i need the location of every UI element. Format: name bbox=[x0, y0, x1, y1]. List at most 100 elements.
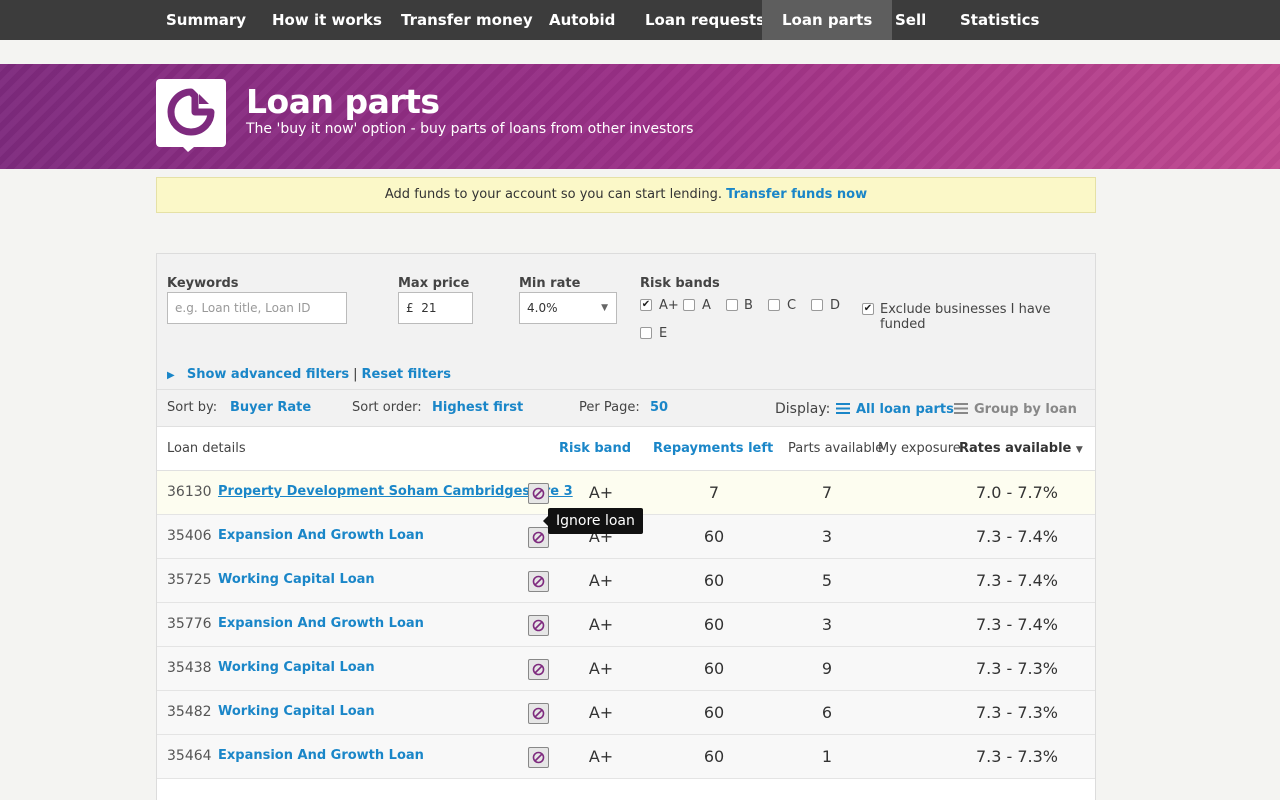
risk-band: A+ bbox=[588, 571, 614, 590]
min-rate-value: 4.0% bbox=[527, 301, 558, 315]
header-loan-details: Loan details bbox=[167, 441, 246, 456]
repayments-left: 60 bbox=[703, 527, 725, 546]
risk-band-checkbox-b[interactable] bbox=[726, 299, 738, 311]
display-label: Display: bbox=[775, 401, 831, 417]
header-repayments-left[interactable]: Repayments left bbox=[653, 441, 773, 456]
display-all-loan-parts[interactable]: All loan parts bbox=[836, 402, 954, 417]
rates-available: 7.0 - 7.7% bbox=[975, 483, 1058, 502]
risk-band-checkbox-a-plus[interactable]: ✔ bbox=[640, 299, 652, 311]
filters-area: Keywords e.g. Loan title, Loan ID Max pr… bbox=[157, 254, 1095, 389]
risk-band-label-a-plus: A+ bbox=[659, 298, 679, 313]
show-advanced-filters-link[interactable]: Show advanced filters bbox=[187, 367, 349, 382]
sort-order-select[interactable]: Highest first bbox=[432, 400, 523, 415]
sort-by-select[interactable]: Buyer Rate bbox=[230, 400, 311, 415]
loan-id: 36130 bbox=[167, 484, 212, 500]
sort-bar: Sort by: Buyer Rate Sort order: Highest … bbox=[157, 389, 1095, 427]
per-page-select[interactable]: 50 bbox=[650, 400, 668, 415]
repayments-left: 60 bbox=[703, 703, 725, 722]
loan-parts-logo-icon bbox=[156, 79, 226, 147]
loan-title-link[interactable]: Property Development Soham Cambridgeshir… bbox=[218, 484, 573, 499]
table-row: 35776 Expansion And Growth Loan A+ 60 3 … bbox=[157, 603, 1095, 647]
table-header: Loan details Risk band Repayments left P… bbox=[157, 427, 1095, 471]
rates-available: 7.3 - 7.3% bbox=[975, 703, 1058, 722]
nav-summary[interactable]: Summary bbox=[146, 0, 266, 40]
transfer-funds-link[interactable]: Transfer funds now bbox=[726, 187, 867, 202]
table-row: 35482 Working Capital Loan A+ 60 6 7.3 -… bbox=[157, 691, 1095, 735]
header-risk-band[interactable]: Risk band bbox=[559, 441, 631, 456]
table-row: 35438 Working Capital Loan A+ 60 9 7.3 -… bbox=[157, 647, 1095, 691]
logo-speech-tail bbox=[178, 142, 200, 152]
risk-band-label-a: A bbox=[702, 298, 711, 313]
loan-title-link[interactable]: Expansion And Growth Loan bbox=[218, 616, 424, 631]
risk-band: A+ bbox=[588, 659, 614, 678]
reset-filters-link[interactable]: Reset filters bbox=[362, 367, 451, 382]
loan-title-link[interactable]: Expansion And Growth Loan bbox=[218, 748, 424, 763]
nav-loan-parts[interactable]: Loan parts bbox=[762, 0, 893, 40]
risk-bands-label: Risk bands bbox=[640, 276, 720, 291]
nav-how-it-works[interactable]: How it works bbox=[252, 0, 402, 40]
min-rate-select[interactable]: 4.0% ▼ bbox=[519, 292, 617, 324]
top-navigation: Summary How it works Transfer money Auto… bbox=[0, 0, 1280, 40]
rates-available: 7.3 - 7.4% bbox=[975, 615, 1058, 634]
nav-transfer-money[interactable]: Transfer money bbox=[381, 0, 553, 40]
max-price-label: Max price bbox=[398, 276, 470, 291]
exclude-funded-checkbox[interactable]: ✔ bbox=[862, 303, 874, 315]
ignore-loan-tooltip: Ignore loan bbox=[543, 508, 643, 534]
nav-statistics[interactable]: Statistics bbox=[940, 0, 1059, 40]
parts-available: 3 bbox=[821, 527, 833, 546]
chevron-down-icon: ▼ bbox=[601, 303, 608, 313]
risk-band: A+ bbox=[588, 483, 614, 502]
risk-band-checkbox-e[interactable] bbox=[640, 327, 652, 339]
expand-triangle-icon: ▶ bbox=[167, 370, 175, 381]
ignore-loan-button[interactable] bbox=[528, 571, 549, 592]
risk-band-checkbox-c[interactable] bbox=[768, 299, 780, 311]
risk-band: A+ bbox=[588, 747, 614, 766]
list-icon bbox=[954, 403, 968, 414]
risk-band-label-b: B bbox=[744, 298, 753, 313]
table-row: 35464 Expansion And Growth Loan A+ 60 1 … bbox=[157, 735, 1095, 779]
ignore-loan-button[interactable] bbox=[528, 615, 549, 636]
rates-available: 7.3 - 7.4% bbox=[975, 571, 1058, 590]
nav-sell[interactable]: Sell bbox=[875, 0, 946, 40]
page-header-banner: Loan parts The 'buy it now' option - buy… bbox=[0, 64, 1280, 169]
list-icon bbox=[836, 403, 850, 414]
sort-desc-icon: ▼ bbox=[1075, 445, 1083, 455]
keywords-input[interactable]: e.g. Loan title, Loan ID bbox=[167, 292, 347, 324]
sort-by-label: Sort by: bbox=[167, 400, 218, 415]
ban-icon bbox=[532, 487, 545, 500]
ban-icon bbox=[532, 575, 545, 588]
ignore-loan-button[interactable] bbox=[528, 747, 549, 768]
display-group-by-loan[interactable]: Group by loan bbox=[954, 402, 1077, 417]
loan-title-link[interactable]: Working Capital Loan bbox=[218, 660, 375, 675]
keywords-label: Keywords bbox=[167, 276, 239, 291]
filter-links: ▶ Show advanced filters | Reset filters bbox=[167, 367, 451, 382]
loan-id: 35438 bbox=[167, 660, 212, 676]
ban-icon bbox=[532, 663, 545, 676]
per-page-label: Per Page: bbox=[579, 400, 640, 415]
loan-title-link[interactable]: Working Capital Loan bbox=[218, 704, 375, 719]
loan-title-link[interactable]: Expansion And Growth Loan bbox=[218, 528, 424, 543]
loan-id: 35725 bbox=[167, 572, 212, 588]
risk-band-checkbox-d[interactable] bbox=[811, 299, 823, 311]
risk-band-checkbox-a[interactable] bbox=[683, 299, 695, 311]
max-price-input[interactable]: £ 21 bbox=[398, 292, 473, 324]
risk-band-label-d: D bbox=[830, 298, 841, 313]
parts-available: 6 bbox=[821, 703, 833, 722]
ignore-loan-button[interactable] bbox=[528, 483, 549, 504]
repayments-left: 60 bbox=[703, 659, 725, 678]
nav-autobid[interactable]: Autobid bbox=[529, 0, 635, 40]
ignore-loan-button[interactable] bbox=[528, 527, 549, 548]
display-group-label: Group by loan bbox=[974, 402, 1077, 417]
repayments-left: 60 bbox=[703, 615, 725, 634]
parts-available: 9 bbox=[821, 659, 833, 678]
repayments-left: 60 bbox=[703, 571, 725, 590]
max-price-value: 21 bbox=[421, 301, 437, 315]
header-rates-available[interactable]: Rates available ▼ bbox=[959, 441, 1083, 456]
ban-icon bbox=[532, 751, 545, 764]
risk-band-label-e: E bbox=[659, 326, 668, 341]
ignore-loan-button[interactable] bbox=[528, 659, 549, 680]
ignore-loan-button[interactable] bbox=[528, 703, 549, 724]
ban-icon bbox=[532, 531, 545, 544]
rates-available: 7.3 - 7.4% bbox=[975, 527, 1058, 546]
loan-title-link[interactable]: Working Capital Loan bbox=[218, 572, 375, 587]
